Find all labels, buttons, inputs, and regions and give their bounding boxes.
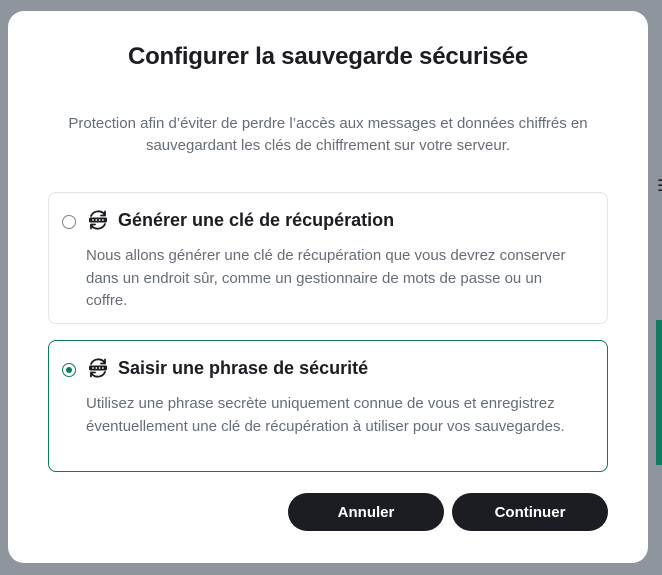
radio-security-phrase[interactable] — [62, 363, 76, 377]
background-menu-icon: ☰ — [657, 176, 662, 198]
key-sync-icon — [89, 210, 107, 230]
option-security-phrase[interactable]: Saisir une phrase de sécurité Utilisez u… — [48, 340, 608, 472]
option-title: Générer une clé de récupération — [118, 210, 395, 230]
option-description: Nous allons générer une clé de récupérat… — [86, 247, 566, 309]
cancel-button[interactable]: Annuler — [288, 493, 444, 531]
option-generate-recovery-key[interactable]: Générer une clé de récupération Nous all… — [48, 192, 608, 324]
radio-generate-recovery-key[interactable] — [62, 215, 76, 229]
password-sync-icon — [89, 358, 107, 378]
dialog-title: Configurer la sauvegarde sécurisée — [127, 43, 529, 70]
background-green-strip — [656, 320, 662, 465]
option-title: Saisir une phrase de sécurité — [118, 358, 369, 378]
dialog-description: Protection afin d’éviter de perdre l’acc… — [68, 115, 588, 154]
continue-button[interactable]: Continuer — [452, 493, 608, 531]
secure-backup-dialog: Configurer la sauvegarde sécurisée Prote… — [8, 11, 648, 563]
option-description: Utilisez une phrase secrète uniquement c… — [86, 395, 565, 435]
